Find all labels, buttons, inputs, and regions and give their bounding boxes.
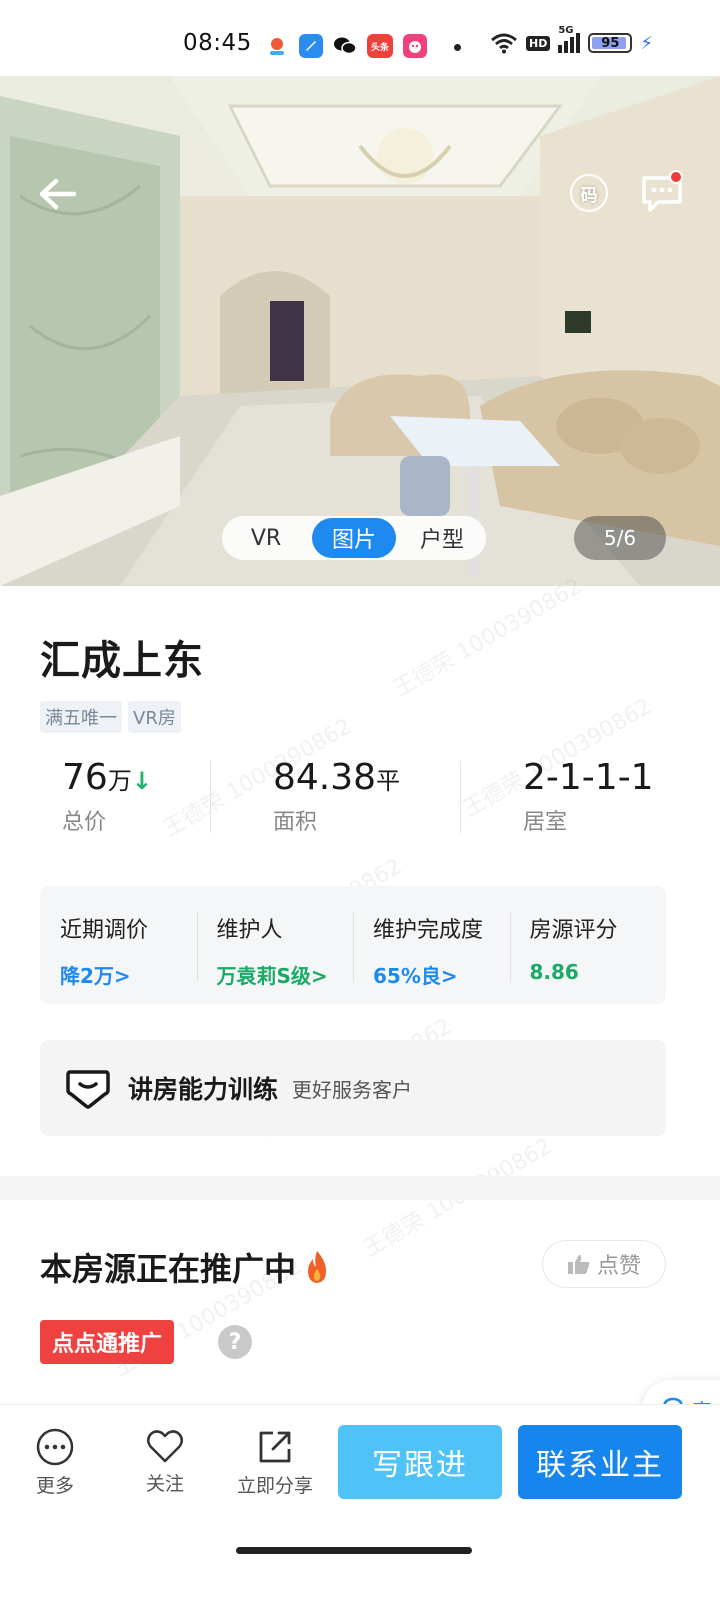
metric-label: 维护人 (216, 918, 283, 943)
share-label: 立即分享 (236, 1475, 313, 1497)
tab-floorplan[interactable]: 户型 (400, 518, 484, 558)
area-unit: 平 (376, 767, 401, 795)
price-label: 总价 (62, 810, 107, 835)
follow-label: 关注 (145, 1473, 184, 1495)
hd-badge: HD (526, 35, 551, 51)
room-illustration (0, 76, 720, 586)
training-banner[interactable]: 讲房能力训练 更好服务客户 (40, 1040, 666, 1136)
heart-icon (147, 1430, 183, 1463)
metric-value: 8.86 (529, 960, 579, 984)
metrics-card: 近期调价 降2万> 维护人 万袁莉S级> 维护完成度 65%良> 房源评分 8.… (40, 886, 666, 1004)
photo-counter: 5/6 (574, 516, 666, 560)
price-value: 76 (62, 757, 108, 798)
listing-tags: 满五唯一 VR房 (40, 701, 181, 733)
layout-label: 居室 (523, 810, 568, 835)
thumbs-up-icon (567, 1255, 590, 1274)
tag: VR房 (128, 701, 181, 733)
charging-icon: ⚡ (640, 32, 653, 54)
signal-icon: 5G (558, 25, 581, 53)
toutiao-icon: 头条 (367, 34, 393, 58)
wechat-icon (333, 34, 357, 58)
browser-icon (299, 34, 323, 58)
status-right: HD 5G 95 ⚡ (490, 25, 653, 54)
listing-title: 汇成上东 (40, 638, 204, 684)
follow-button[interactable]: 关注 (120, 1427, 210, 1496)
watermark: 王德荣 1000390862 (389, 574, 587, 703)
more-icon (36, 1428, 74, 1466)
battery-icon: 95 (588, 33, 633, 53)
promotion-title: 本房源正在推广中 (40, 1244, 332, 1290)
battery-label: 95 (601, 35, 620, 51)
metric-label: 近期调价 (60, 918, 149, 943)
stat-area: 84.38平 面积 (210, 757, 460, 837)
wifi-icon (491, 33, 517, 54)
status-time: 08:45 (183, 30, 252, 56)
like-button[interactable]: 点赞 (542, 1240, 666, 1288)
layout-value: 2-1-1-1 (523, 757, 654, 798)
divider (509, 912, 511, 982)
home-indicator[interactable] (236, 1547, 472, 1554)
status-bar: 08:45 头条 HD 5G 95 ⚡ (0, 0, 720, 76)
listing-photo[interactable]: 码 VR 图片 户型 5/6 (0, 76, 720, 586)
media-tabs: VR 图片 户型 (222, 516, 486, 560)
price-down-icon: ↓ (131, 767, 152, 795)
qr-code-button[interactable]: 码 (570, 174, 608, 212)
metric-completion[interactable]: 维护完成度 65%良> (353, 912, 510, 1004)
metric-label: 房源评分 (529, 918, 618, 943)
signal-label: 5G (558, 25, 574, 36)
unread-dot (669, 170, 683, 184)
notification-dot (454, 44, 461, 51)
metric-score[interactable]: 房源评分 8.86 (509, 912, 667, 1004)
share-icon (259, 1431, 291, 1463)
area-label: 面积 (273, 810, 318, 835)
more-button[interactable]: 更多 (10, 1427, 100, 1498)
help-icon[interactable]: ? (218, 1325, 252, 1359)
status-app-icons: 头条 (265, 34, 427, 58)
key-stats: 76万↓ 总价 84.38平 面积 2-1-1-1 居室 (40, 757, 680, 837)
stat-layout: 2-1-1-1 居室 (460, 757, 680, 837)
write-followup-button[interactable]: 写跟进 (338, 1425, 502, 1499)
back-arrow-icon[interactable] (32, 172, 86, 216)
section-divider (0, 1176, 720, 1200)
maps-icon (265, 34, 289, 58)
more-label: 更多 (35, 1475, 74, 1497)
divider (353, 912, 354, 982)
share-button[interactable]: 立即分享 (230, 1427, 320, 1498)
fire-icon (308, 1251, 327, 1283)
divider (196, 912, 198, 982)
training-title: 讲房能力训练 (128, 1075, 279, 1104)
tab-vr[interactable]: VR (224, 518, 308, 558)
training-subtitle: 更好服务客户 (292, 1077, 413, 1102)
app-icon (403, 34, 427, 58)
like-label: 点赞 (596, 1254, 641, 1279)
promotion-badge[interactable]: 点点通推广 (40, 1320, 175, 1364)
metric-value: 降2万> (60, 964, 131, 988)
metric-price-change[interactable]: 近期调价 降2万> (40, 912, 197, 1004)
tag: 满五唯一 (40, 701, 122, 733)
speech-bubble-icon (66, 1070, 110, 1109)
contact-owner-button[interactable]: 联系业主 (518, 1425, 682, 1499)
price-unit: 万 (107, 767, 132, 795)
bottom-action-bar: 更多 关注 立即分享 写跟进 联系业主 (0, 1404, 720, 1524)
metric-label: 维护完成度 (373, 918, 484, 943)
area-value: 84.38 (273, 757, 377, 798)
stat-price: 76万↓ 总价 (40, 757, 210, 837)
promotion-title-text: 本房源正在推广中 (40, 1250, 297, 1288)
metric-value: 万袁莉S级> (216, 964, 328, 988)
metric-maintainer[interactable]: 维护人 万袁莉S级> (196, 912, 354, 1004)
metric-value: 65%良> (373, 964, 458, 988)
tab-photos[interactable]: 图片 (312, 518, 396, 558)
